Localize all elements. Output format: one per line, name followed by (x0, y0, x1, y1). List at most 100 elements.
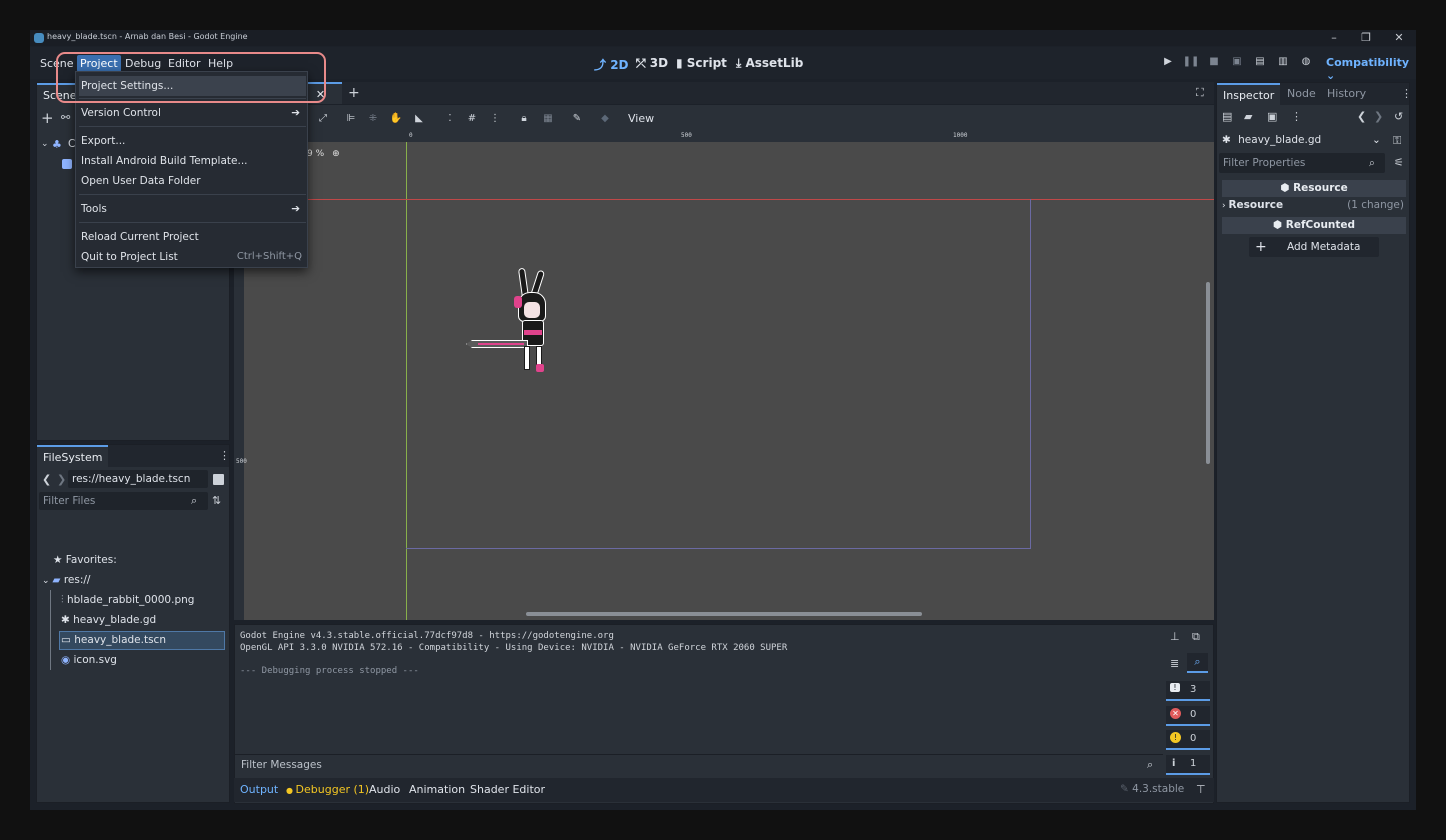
play-icon[interactable]: ▶ (1159, 53, 1177, 71)
lock-icon[interactable]: 🔒︎ (515, 110, 533, 128)
minimize-button[interactable]: – (1324, 30, 1344, 46)
info-count-toggle[interactable]: i1 (1166, 755, 1210, 775)
tab-node[interactable]: Node (1281, 83, 1322, 105)
section-resource-header[interactable]: ⬢ Resource (1222, 180, 1406, 197)
tab-audio[interactable]: Audio (369, 783, 400, 796)
filter-messages-placeholder: Filter Messages (241, 759, 322, 771)
add-tab-icon[interactable]: + (348, 85, 360, 101)
tab-inspector[interactable]: Inspector (1217, 83, 1281, 105)
star-icon: ★ (53, 554, 66, 566)
align-icon[interactable]: ⊫ (342, 110, 360, 128)
group-icon[interactable]: ▦ (539, 110, 557, 128)
distraction-free-icon[interactable]: ⛶ (1196, 86, 1204, 100)
bone-icon[interactable]: ◆ (596, 110, 614, 128)
section-refcounted-header[interactable]: ⬢ RefCounted (1222, 217, 1406, 234)
tab-animation[interactable]: Animation (409, 783, 465, 796)
search-toggle[interactable]: ⌕ (1187, 653, 1208, 673)
more-options-icon[interactable]: ⋮ (1291, 110, 1302, 123)
section-refcounted-label: RefCounted (1285, 219, 1356, 231)
tab-output[interactable]: Output (240, 783, 278, 796)
kebab-menu-icon[interactable]: ⋮ (1401, 87, 1412, 100)
tab-history[interactable]: History (1321, 83, 1372, 105)
add-metadata-button[interactable]: + Add Metadata (1249, 237, 1379, 257)
back-arrow-icon[interactable]: ❮ (42, 473, 51, 486)
link-icon[interactable]: ⚯ (61, 111, 70, 124)
close-window-button[interactable]: ✕ (1389, 30, 1409, 46)
clear-output-icon[interactable]: ⊥ (1170, 630, 1180, 643)
resource-selector[interactable]: ✱ heavy_blade.gd ⌄ (1222, 131, 1382, 149)
play-scene-icon[interactable]: ▤ (1251, 53, 1269, 71)
workspace-script[interactable]: ▮ Script (676, 56, 727, 70)
menu-item-open-user-data[interactable]: Open User Data Folder (79, 171, 306, 191)
copy-output-icon[interactable]: ⧉ (1192, 630, 1200, 644)
zoom-in-icon[interactable]: ⊕ (332, 149, 340, 159)
warning-count: 0 (1190, 733, 1197, 744)
add-node-icon[interactable]: + (41, 109, 54, 127)
horizontal-scrollbar[interactable] (526, 612, 922, 616)
vertical-scrollbar[interactable] (1206, 282, 1210, 464)
canvas-viewport[interactable]: 0 500 1000 500 9 % ⊕ (234, 132, 1214, 620)
workspace-3d[interactable]: ⤱ 3D (636, 56, 668, 71)
pan-tool-icon[interactable]: ✋ (387, 110, 405, 128)
menu-item-quit-to-project-list[interactable]: Quit to Project List Ctrl+Shift+Q (79, 247, 306, 267)
remote-debug-icon[interactable]: ▣ (1228, 53, 1246, 71)
file-item[interactable]: ▭ heavy_blade.tscn (61, 631, 166, 649)
movie-maker-icon[interactable]: ◍ (1297, 53, 1315, 71)
workspace-2d[interactable]: ⤴ 2D (594, 56, 629, 73)
scale-tool-icon[interactable]: ⤢ (314, 110, 332, 128)
ruler-tool-icon[interactable]: ◣ (410, 110, 428, 128)
filter-properties-input[interactable]: Filter Properties ⌕ (1219, 153, 1385, 173)
file-item[interactable]: ✱ heavy_blade.gd (61, 611, 156, 629)
view-menu[interactable]: View (628, 112, 654, 125)
save-icon[interactable]: ▣ (1267, 110, 1277, 123)
history-icon[interactable]: ↺ (1394, 110, 1403, 123)
restore-button[interactable]: ❐ (1356, 30, 1376, 46)
error-count-toggle[interactable]: ✕ 0 (1166, 706, 1210, 726)
object-properties-icon[interactable]: ⚿ (1393, 134, 1401, 148)
file-item[interactable]: ⫶ hblade_rabbit_0000.png (61, 591, 194, 609)
pause-icon[interactable]: ❚❚ (1182, 53, 1200, 71)
expand-arrow-icon[interactable]: ⌄ (41, 139, 49, 149)
res-root-item[interactable]: ⌄ ▰ res:// (42, 571, 90, 589)
file-item[interactable]: ◉ icon.svg (61, 651, 117, 669)
grid-snap-icon[interactable]: # (463, 110, 481, 128)
chevron-down-icon: ⌄ (1372, 134, 1381, 146)
skeleton-icon[interactable]: ✎ (568, 110, 586, 128)
snap-icon[interactable]: ⁚ (441, 110, 459, 128)
path-field[interactable]: res://heavy_blade.tscn (68, 470, 208, 488)
menu-item-install-android[interactable]: Install Android Build Template... (79, 151, 306, 171)
back-arrow-icon[interactable]: ❮ (1357, 110, 1366, 123)
forward-arrow-icon[interactable]: ❯ (57, 473, 66, 486)
title-bar: heavy_blade.tscn - Arnab dan Besi - Godo… (30, 30, 1416, 46)
resource-property-row[interactable]: › Resource (1 change) (1222, 199, 1406, 215)
forward-arrow-icon[interactable]: ❯ (1374, 110, 1383, 123)
expand-panel-icon[interactable]: ⊤ (1196, 783, 1206, 796)
menu-item-tools[interactable]: Tools ➔ (79, 199, 306, 219)
collapse-icon[interactable]: ≣ (1170, 657, 1179, 670)
output-line: Godot Engine v4.3.stable.official.77dcf9… (240, 631, 614, 641)
favorites-item[interactable]: ★ Favorites: (53, 551, 117, 569)
more-options-icon[interactable]: ⋮ (486, 110, 504, 128)
split-view-icon[interactable] (213, 474, 224, 485)
smart-snap-icon[interactable]: ⁜ (364, 110, 382, 128)
menu-item-reload-project[interactable]: Reload Current Project (79, 227, 306, 247)
renderer-selector[interactable]: Compatibility ⌄ (1326, 56, 1416, 82)
stop-icon[interactable]: ■ (1205, 53, 1223, 71)
menu-item-version-control[interactable]: Version Control ➔ (79, 103, 306, 123)
workspace-assetlib[interactable]: ⤓ AssetLib (736, 56, 803, 71)
tune-icon[interactable]: ⚟ (1394, 156, 1404, 169)
filter-messages-input[interactable]: Filter Messages ⌕ (235, 754, 1163, 776)
warning-count-toggle[interactable]: ! 0 (1166, 730, 1210, 750)
open-folder-icon[interactable]: ▰ (1244, 110, 1252, 123)
tab-debugger[interactable]: ● Debugger (1) (286, 783, 369, 796)
character-sprite[interactable] (466, 267, 556, 383)
kebab-menu-icon[interactable]: ⋮ (219, 449, 230, 462)
play-custom-scene-icon[interactable]: ▥ (1274, 53, 1292, 71)
sort-icon[interactable]: ⇅ (212, 494, 221, 507)
filter-files-input[interactable]: Filter Files (39, 492, 208, 510)
menu-item-export[interactable]: Export... (79, 131, 306, 151)
tab-shader-editor[interactable]: Shader Editor (470, 783, 545, 796)
tab-filesystem[interactable]: FileSystem (37, 445, 109, 467)
message-count-toggle[interactable]: ! 3 (1166, 681, 1210, 701)
new-resource-icon[interactable]: ▤ (1222, 110, 1232, 123)
